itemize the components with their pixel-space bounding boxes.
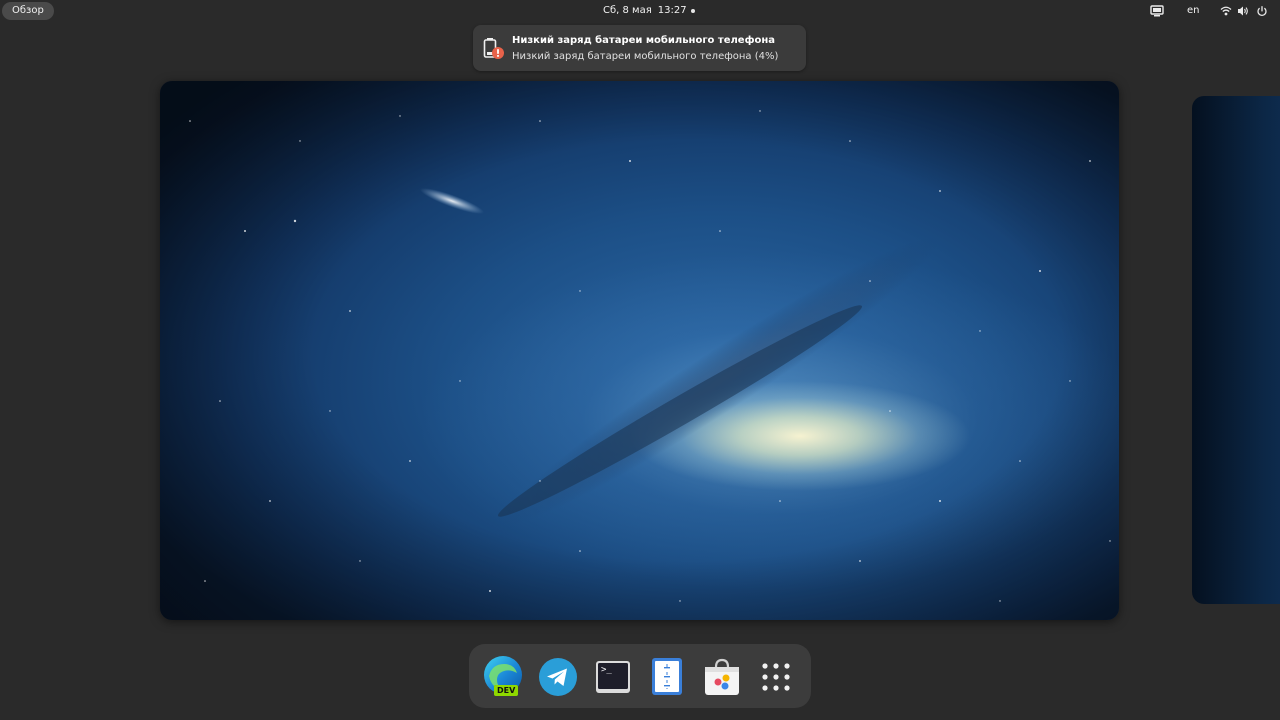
dash: DEV >_ — [469, 644, 811, 708]
edge-dev-badge: DEV — [497, 686, 516, 695]
app-grid-icon — [762, 663, 790, 691]
store-icon — [705, 658, 739, 695]
date-label: Сб, 8 мая — [603, 5, 652, 16]
desktop-overview: Обзор Сб, 8 мая 13:27 en Низкий заряд ба… — [0, 0, 1280, 720]
notification-indicator-icon — [691, 9, 695, 13]
time-label: 13:27 — [657, 5, 687, 16]
input-language-indicator[interactable]: en — [1187, 4, 1200, 18]
power-icon[interactable] — [1256, 3, 1268, 19]
workspace-thumbnail-current[interactable] — [160, 81, 1119, 620]
terminal-prompt: >_ — [601, 665, 612, 675]
notification-body: Низкий заряд батареи мобильного телефона… — [512, 51, 779, 62]
telegram-icon — [539, 658, 577, 696]
top-bar: Обзор Сб, 8 мая 13:27 en — [0, 0, 1280, 22]
activities-button[interactable]: Обзор — [2, 2, 54, 20]
dash-item-software-store[interactable] — [699, 654, 745, 700]
volume-icon[interactable] — [1237, 3, 1249, 19]
battery-warning-icon — [483, 36, 505, 60]
dash-item-microsoft-edge-dev[interactable]: DEV — [480, 654, 526, 700]
dash-show-applications-button[interactable] — [753, 654, 799, 700]
dash-item-text-editor[interactable] — [644, 654, 690, 700]
wifi-icon[interactable] — [1220, 3, 1232, 19]
text-editor-icon — [652, 658, 682, 695]
workspace-thumbnail-next[interactable] — [1192, 96, 1280, 604]
display-icon[interactable] — [1150, 3, 1164, 19]
terminal-icon — [596, 661, 630, 693]
notification-banner[interactable]: Низкий заряд батареи мобильного телефона… — [473, 25, 806, 71]
clock-button[interactable]: Сб, 8 мая 13:27 — [603, 4, 687, 18]
notification-title: Низкий заряд батареи мобильного телефона — [512, 35, 776, 46]
dash-item-telegram[interactable] — [535, 654, 581, 700]
galaxy-wallpaper — [160, 81, 1119, 620]
dash-item-terminal[interactable]: >_ — [590, 654, 636, 700]
